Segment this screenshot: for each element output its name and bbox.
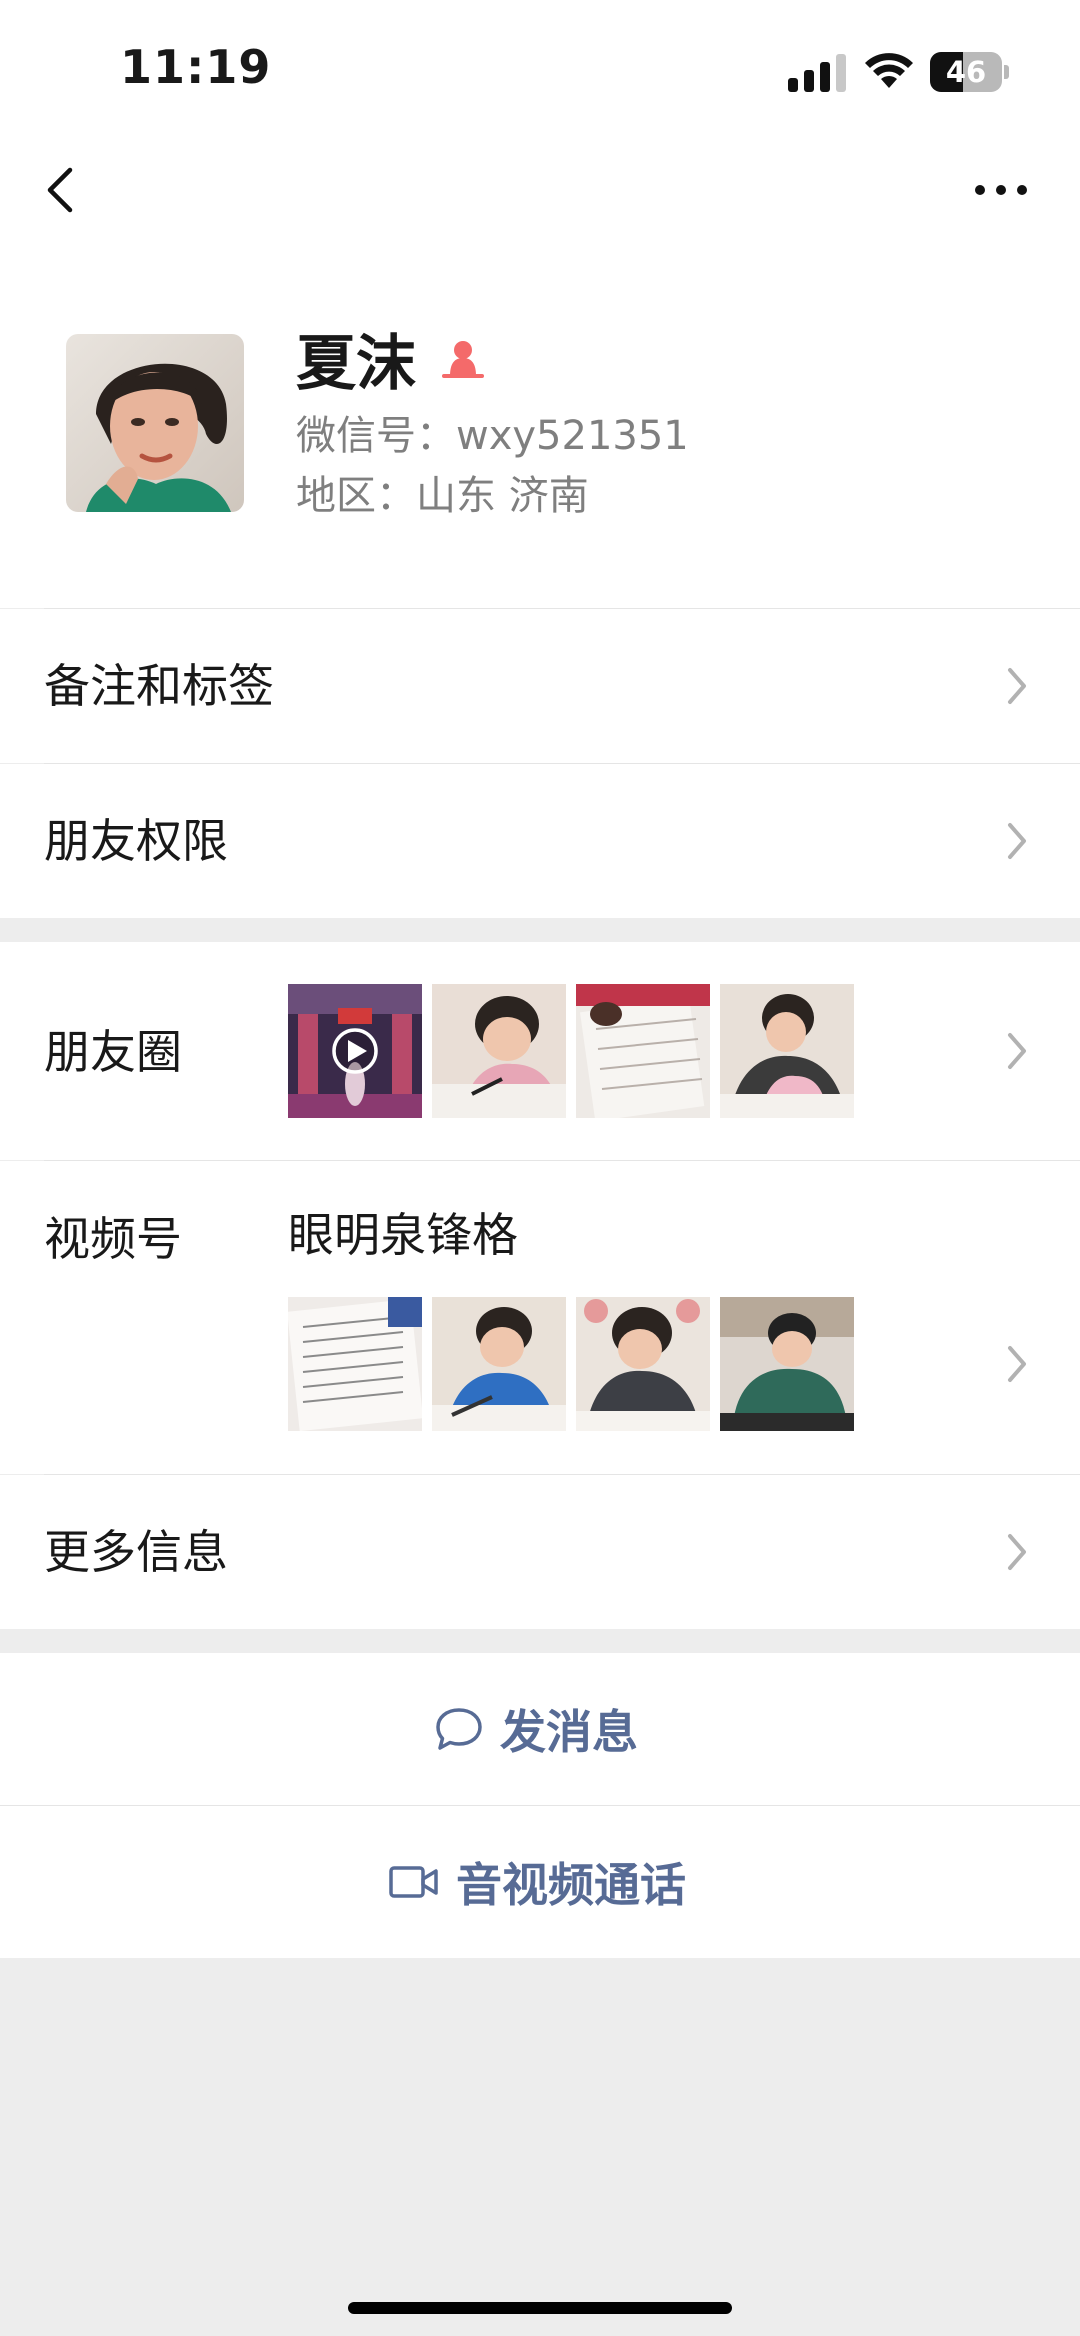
moments-row[interactable]: 朋友圈 <box>0 942 1080 1160</box>
back-button[interactable] <box>36 160 96 220</box>
send-message-button[interactable]: 发消息 <box>0 1653 1080 1805</box>
status-time: 11:19 <box>120 40 272 94</box>
channel-thumbnail <box>288 1297 422 1431</box>
audio-video-call-label: 音视频通话 <box>456 1858 686 1912</box>
region: 地区：山东 济南 <box>296 473 589 519</box>
friend-permissions-row[interactable]: 朋友权限 <box>0 764 1080 918</box>
chat-bubble-icon <box>436 1708 482 1750</box>
moments-thumbnail <box>576 984 710 1118</box>
channel-thumbnail <box>720 1297 854 1431</box>
nav-bar <box>0 140 1080 240</box>
contact-name: 夏沫 <box>296 329 416 399</box>
cellular-signal-icon <box>788 54 846 92</box>
chevron-right-icon <box>1008 668 1026 704</box>
channel-name: 眼明泉锋格 <box>288 1208 518 1262</box>
chevron-right-icon <box>1008 1033 1026 1069</box>
contact-profile-screen: 11:19 46 夏沫 微信号：wxy521351 地区：山东 济南 备注和标签… <box>0 0 1080 2336</box>
remarks-tags-label: 备注和标签 <box>44 659 274 713</box>
chevron-right-icon <box>1008 1534 1026 1570</box>
wechat-id: 微信号：wxy521351 <box>296 413 689 459</box>
channels-label: 视频号 <box>44 1212 182 1266</box>
moments-thumbnail <box>432 984 566 1118</box>
channel-thumbnail <box>432 1297 566 1431</box>
battery-icon: 46 <box>930 52 1010 92</box>
channel-thumbnail <box>576 1297 710 1431</box>
more-info-row[interactable]: 更多信息 <box>0 1475 1080 1629</box>
channels-row[interactable]: 视频号 眼明泉锋格 <box>0 1161 1080 1474</box>
more-info-label: 更多信息 <box>44 1525 228 1579</box>
chevron-right-icon <box>1008 823 1026 859</box>
status-bar: 11:19 46 <box>0 0 1080 140</box>
battery-level: 46 <box>945 55 987 89</box>
female-icon <box>442 341 484 378</box>
video-camera-icon <box>389 1866 438 1898</box>
more-options-button[interactable] <box>966 160 1036 220</box>
moments-label: 朋友圈 <box>44 1025 182 1079</box>
home-indicator[interactable] <box>348 2302 732 2314</box>
wifi-icon <box>865 53 913 88</box>
audio-video-call-button[interactable]: 音视频通话 <box>0 1806 1080 1958</box>
moments-thumbnail-video <box>288 984 422 1118</box>
profile-header: 夏沫 微信号：wxy521351 地区：山东 济南 <box>0 240 1080 608</box>
battery-nub <box>1004 65 1009 79</box>
friend-permissions-label: 朋友权限 <box>44 814 228 868</box>
send-message-label: 发消息 <box>500 1705 638 1759</box>
avatar[interactable] <box>66 334 244 512</box>
battery-body: 46 <box>930 52 1002 92</box>
chevron-right-icon <box>1008 1346 1026 1382</box>
remarks-tags-row[interactable]: 备注和标签 <box>0 609 1080 763</box>
moments-thumbnail <box>720 984 854 1118</box>
